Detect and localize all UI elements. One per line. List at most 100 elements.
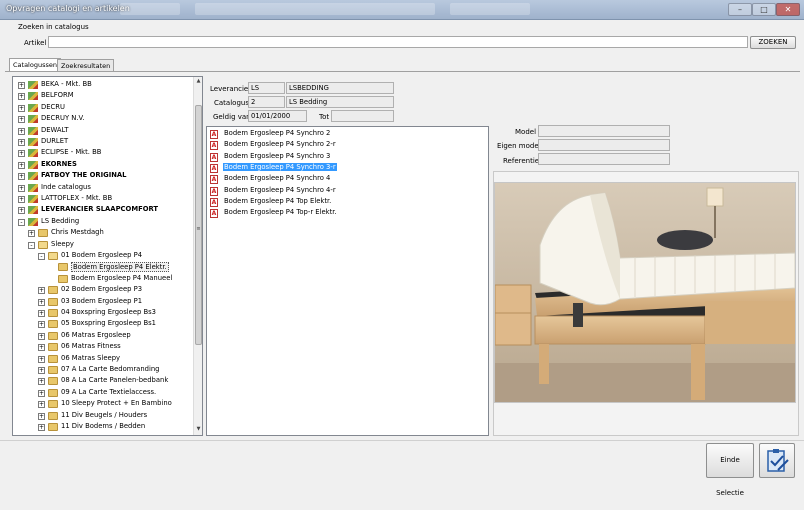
expand-icon[interactable]: + — [38, 332, 45, 340]
tree-item[interactable]: - LS Bedding — [13, 217, 193, 229]
tree-item[interactable]: Bodem Ergosleep P4 Manueel — [13, 274, 193, 286]
tree-item[interactable]: +10 Sleepy Protect + En Bambino — [13, 399, 193, 411]
eigen-model-field — [538, 139, 670, 151]
tree-item[interactable]: +03 Bodem Ergosleep P1 — [13, 297, 193, 309]
tree-item[interactable]: + DECRU — [13, 103, 193, 115]
expand-icon[interactable]: + — [18, 173, 25, 181]
tree-scrollbar[interactable]: ▲ ≡ ▼ — [193, 77, 202, 435]
expand-icon[interactable]: + — [18, 93, 25, 101]
tree-item[interactable]: +05 Boxspring Ergosleep Bs1 — [13, 319, 193, 331]
supplier-icon — [28, 195, 38, 203]
expand-icon[interactable]: + — [38, 367, 45, 374]
expand-icon[interactable]: + — [18, 161, 25, 169]
minimize-icon[interactable]: – — [728, 3, 752, 16]
expand-icon[interactable]: + — [18, 207, 25, 215]
scroll-up-icon[interactable]: ▲ — [194, 77, 202, 86]
expand-icon[interactable]: + — [18, 116, 25, 124]
expand-icon[interactable]: + — [28, 230, 35, 238]
expand-icon[interactable]: + — [38, 287, 45, 295]
tree-item-label: DURLET — [41, 137, 69, 145]
tree-item[interactable]: - 01 Bodem Ergosleep P4 — [13, 251, 193, 263]
product-photo — [494, 182, 796, 403]
article-search-input[interactable] — [48, 36, 748, 48]
expand-icon[interactable]: + — [18, 150, 25, 158]
tree-item-label: 08 A La Carte Panelen-bedbank — [61, 376, 169, 385]
expand-icon[interactable]: + — [18, 127, 25, 135]
expand-icon[interactable]: + — [38, 412, 45, 420]
expand-icon[interactable]: + — [18, 139, 25, 146]
tree-item[interactable]: +06 Matras Fitness — [13, 342, 193, 354]
tree-item[interactable]: Bodem Ergosleep P4 Elektr. — [13, 262, 193, 274]
tree-item[interactable]: +11 Div Beugels / Houders — [13, 411, 193, 423]
tree-item[interactable]: +07 A La Carte Bedomranding — [13, 365, 193, 377]
tree-item-label: LEVERANCIER SLAAPCOMFORT — [41, 205, 159, 214]
expand-icon[interactable]: + — [38, 344, 45, 352]
leverancier-label: Leverancier — [210, 85, 252, 93]
tree-item[interactable]: + Chris Mestdagh — [13, 228, 193, 240]
expand-icon[interactable]: + — [38, 424, 45, 431]
expand-icon[interactable]: + — [38, 355, 45, 363]
scroll-down-icon[interactable]: ▼ — [194, 425, 202, 434]
folder-icon — [48, 411, 58, 420]
collapse-icon[interactable]: - — [28, 241, 35, 249]
tree-item[interactable]: + BELFORM — [13, 91, 193, 103]
expand-icon[interactable]: + — [38, 401, 45, 409]
tree-item[interactable]: +11 Div Bodems / Bedden — [13, 422, 193, 434]
tree-item[interactable]: +02 Bodem Ergosleep P3 — [13, 285, 193, 297]
collapse-icon[interactable]: - — [18, 218, 25, 226]
tree-item[interactable]: + LEVERANCIER SLAAPCOMFORT — [13, 205, 193, 217]
tree-item-label: 06 Matras Ergosleep — [61, 330, 131, 339]
blurred-taskbar-item — [450, 3, 530, 15]
tree-item[interactable]: + BEKA - Mkt. BB — [13, 80, 193, 92]
tree-item-label: Inde catalogus — [41, 182, 91, 191]
expand-icon[interactable]: + — [18, 82, 25, 89]
scroll-grip-icon: ≡ — [196, 226, 201, 232]
expand-icon[interactable]: + — [38, 298, 45, 306]
tree-item[interactable]: +08 A La Carte Panelen-bedbank — [13, 376, 193, 388]
tree-item[interactable]: +09 A La Carte Textielaccess. — [13, 388, 193, 400]
tree-item-label: Sleepy — [51, 239, 74, 248]
tree-item[interactable]: + FATBOY THE ORIGINAL — [13, 171, 193, 183]
expand-icon[interactable]: + — [18, 184, 25, 192]
expand-icon[interactable]: + — [38, 378, 45, 386]
tree-item[interactable]: + ECLIPSE - Mkt. BB — [13, 148, 193, 160]
tree-item[interactable]: +06 Matras Sleepy — [13, 354, 193, 366]
geldig-van-field: 01/01/2000 — [248, 110, 307, 122]
folder-icon — [48, 331, 58, 340]
expand-icon[interactable]: + — [38, 310, 45, 317]
tree-item[interactable]: + DECRUY N.V. — [13, 114, 193, 126]
folder-icon — [48, 400, 58, 409]
maximize-icon[interactable]: □ — [752, 3, 776, 16]
search-button[interactable]: ZOEKEN — [750, 36, 796, 49]
tree-item[interactable]: + DEWALT — [13, 126, 193, 138]
tree-item[interactable]: +04 Boxspring Ergosleep Bs3 — [13, 308, 193, 320]
collapse-icon[interactable]: - — [38, 253, 45, 260]
folder-icon — [48, 354, 58, 363]
tree-item[interactable]: + DURLET — [13, 137, 193, 149]
folder-icon — [48, 423, 58, 431]
supplier-icon — [28, 126, 38, 135]
tree-item[interactable]: +06 Matras Ergosleep — [13, 331, 193, 343]
tree-item[interactable]: + EKORNES — [13, 160, 193, 172]
tree-item-label: LS Bedding — [41, 216, 80, 225]
tab-catalogussen[interactable]: Catalogussen — [9, 58, 61, 71]
article-label: Bodem Ergosleep P4 Top-r Elektr. — [224, 208, 337, 217]
catalog-tree[interactable]: ▲ ≡ ▼ + BEKA - Mkt. BB + BELFORM + DECRU + DECR… — [12, 76, 203, 436]
confirm-selection-button[interactable] — [759, 443, 795, 478]
article-list[interactable]: A Bodem Ergosleep P4 Synchro 2 A Bodem Ergo… — [206, 126, 489, 436]
tab-zoekresultaten[interactable]: Zoekresultaten — [57, 59, 115, 71]
close-icon[interactable]: ✕ — [776, 3, 800, 16]
expand-icon[interactable]: + — [18, 196, 25, 203]
tree-item[interactable]: - Sleepy — [13, 240, 193, 252]
blurred-taskbar-item — [120, 3, 180, 15]
expand-icon[interactable]: + — [38, 321, 45, 329]
folder-icon — [48, 309, 58, 317]
expand-icon[interactable]: + — [18, 104, 25, 112]
folder-icon — [58, 263, 68, 272]
supplier-icon — [28, 217, 38, 226]
tree-item[interactable]: + Inde catalogus — [13, 183, 193, 195]
expand-icon[interactable]: + — [38, 389, 45, 397]
tree-item-label: EKORNES — [41, 159, 77, 168]
tree-item[interactable]: + LATTOFLEX - Mkt. BB — [13, 194, 193, 206]
end-selection-button[interactable]: Einde Selectie — [706, 443, 754, 497]
